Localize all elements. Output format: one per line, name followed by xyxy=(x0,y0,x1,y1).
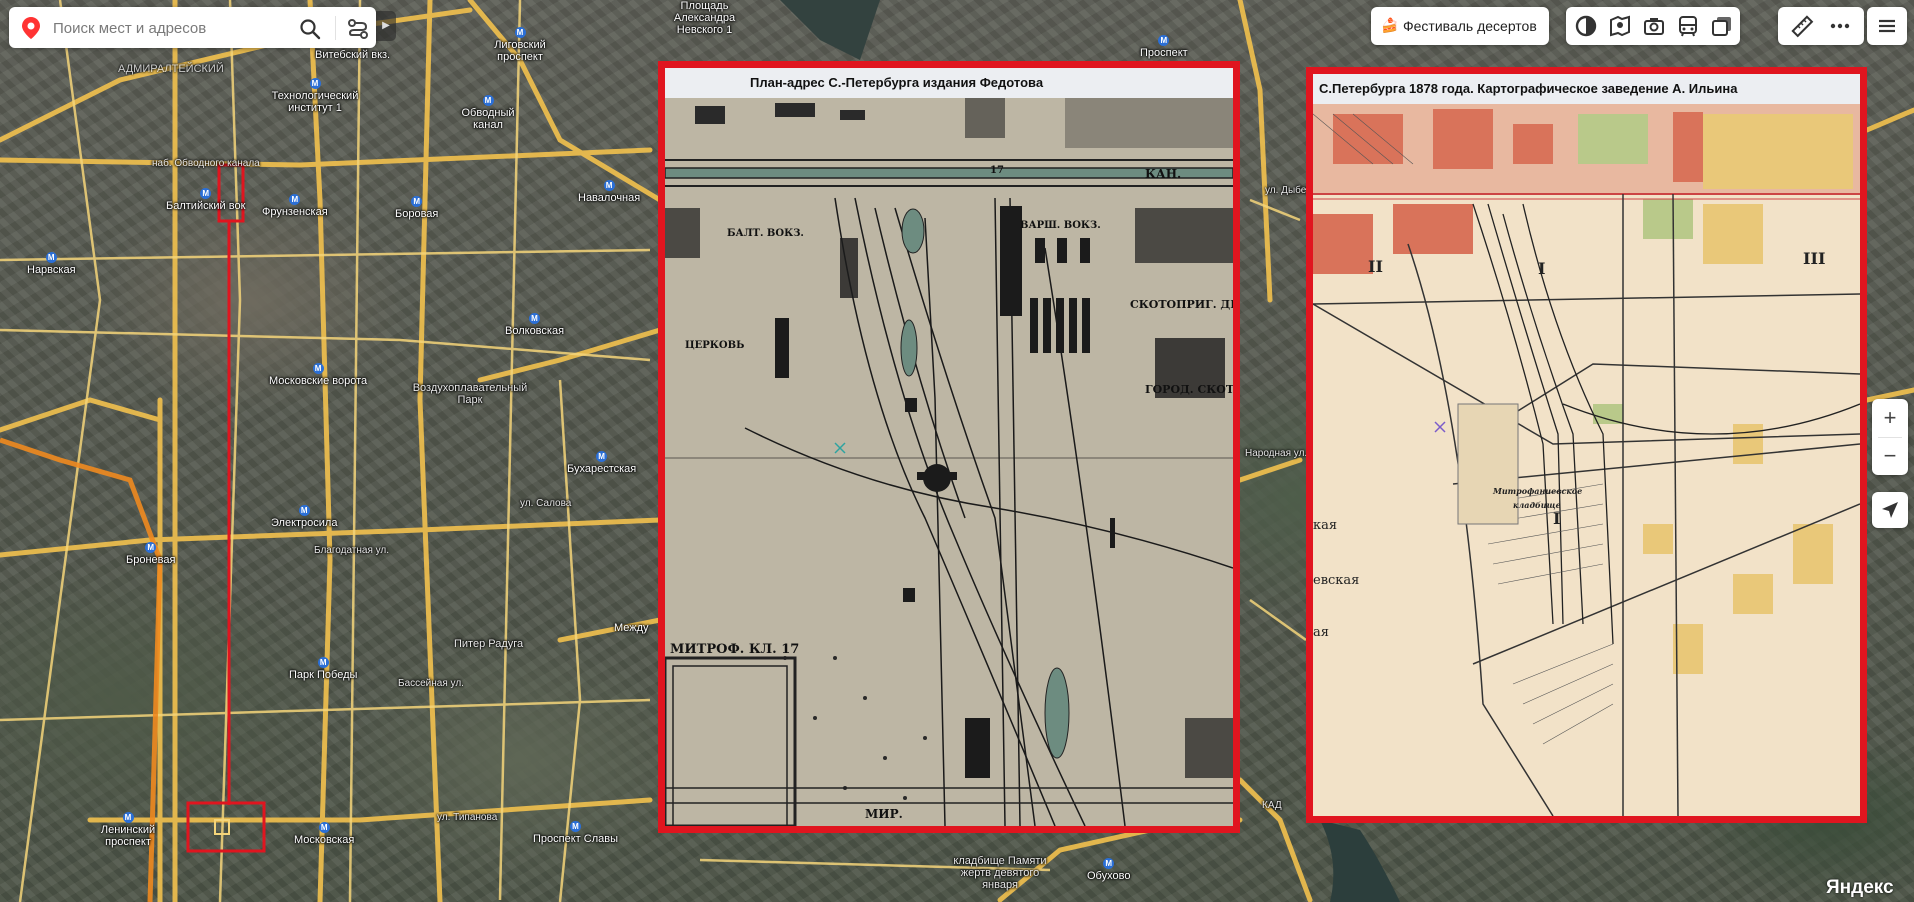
search-divider xyxy=(335,16,336,40)
station-label-vitebsky: Витебский вкз. xyxy=(315,49,391,61)
road-label-kad: КАД xyxy=(1262,800,1282,811)
menu-icon[interactable] xyxy=(1875,14,1899,38)
street-label-tipanova: ул. Типанова xyxy=(437,812,498,823)
svg-text:МИР.: МИР. xyxy=(865,807,903,821)
street-label-obvodny: наб. Обводного канала xyxy=(152,158,260,169)
locate-button[interactable] xyxy=(1872,492,1908,528)
metro-label-elektrosila[interactable]: Электросила xyxy=(271,505,337,529)
tools-toolbar[interactable] xyxy=(1778,7,1864,45)
svg-text:евская: евская xyxy=(1313,573,1359,588)
metro-label-volkovskaya[interactable]: Волковская xyxy=(505,313,564,337)
poi-label-kladbishche[interactable]: кладбище Памяти жертв девятого января xyxy=(945,855,1055,891)
metro-label-baltic[interactable]: Балтийский вок xyxy=(166,188,245,212)
promo-button[interactable]: 🍰 Фестиваль десертов xyxy=(1371,7,1549,45)
metro-label-moskovskie-vorota[interactable]: Московские ворота xyxy=(269,363,367,387)
search-bar[interactable] xyxy=(9,7,376,48)
svg-text:Митрофаниевское: Митрофаниевское xyxy=(1492,486,1582,496)
historic-map-title: С.Петербурга 1878 года. Картографическое… xyxy=(1313,74,1860,104)
search-icon[interactable] xyxy=(299,18,321,40)
fedotov-map-drawing: БАЛТ. ВОКЗ. ВАРШ. ВОКЗ. СКОТОПРИГ. ДВОР … xyxy=(665,98,1233,826)
transit-icon[interactable] xyxy=(1676,14,1700,38)
menu-button[interactable] xyxy=(1867,7,1907,45)
metro-label-obukhovo[interactable]: Обухово xyxy=(1087,858,1130,882)
metro-label-aleksandra-nevskogo[interactable]: Площадь Александра Невского 1 xyxy=(662,0,747,36)
metro-label-mezhdu[interactable]: Между xyxy=(614,622,649,634)
street-label-blagodatnaya: Благодатная ул. xyxy=(314,545,390,556)
metro-label-navalochnaya[interactable]: Навалочная xyxy=(578,180,640,204)
metro-label-prospekt-slavy[interactable]: Проспект Славы xyxy=(533,821,618,845)
fedotov-label-skotoprig: СКОТОПРИГ. ДВОР xyxy=(1130,298,1233,311)
more-icon[interactable] xyxy=(1828,14,1852,38)
metro-label-ligovsky[interactable]: Лиговский проспект xyxy=(485,27,555,63)
promo-label: Фестиваль десертов xyxy=(1403,18,1537,34)
zoom-control[interactable]: + − xyxy=(1872,399,1908,475)
yandex-logo: Яндекс xyxy=(1826,877,1894,898)
location-pin-icon xyxy=(22,17,40,39)
fedotov-label-kan: КАН. xyxy=(1145,167,1181,181)
route-icon[interactable] xyxy=(346,18,370,40)
fedotov-label-skotoboynya: ГОРОД. СКОТОБОЙНЯ xyxy=(1145,381,1233,396)
metro-label-obvodny[interactable]: Обводный канал xyxy=(453,95,523,131)
layers-toolbar[interactable] xyxy=(1566,7,1740,45)
metro-label-park-pobedy[interactable]: Парк Победы xyxy=(289,657,357,681)
layers-icon[interactable] xyxy=(1710,14,1734,38)
svg-text:III: III xyxy=(1803,249,1825,268)
zoom-in-button[interactable]: + xyxy=(1872,399,1908,437)
ilyin-map-drawing: II I III I Митрофаниевское кладбище кая … xyxy=(1313,104,1860,816)
svg-text:кая: кая xyxy=(1313,518,1337,533)
svg-text:I: I xyxy=(1553,509,1560,528)
fedotov-label-balt: БАЛТ. ВОКЗ. xyxy=(727,228,804,239)
metro-label-bukharestskaya[interactable]: Бухарестская xyxy=(567,451,636,475)
metro-label-prospekt[interactable]: Проспект xyxy=(1140,35,1188,59)
historic-map-fedotov[interactable]: План-адрес С.-Петербурга издания Федотов… xyxy=(658,61,1240,833)
svg-text:I: I xyxy=(1538,259,1545,278)
metro-label-moskovskaya[interactable]: Московская xyxy=(294,822,354,846)
poi-label-vozdukhoplavatelny[interactable]: Воздухоплавательный Парк xyxy=(400,382,540,406)
svg-text:II: II xyxy=(1368,257,1383,276)
district-label-admiralteysky: АДМИРАЛТЕЙСКИЙ xyxy=(118,63,224,75)
metro-label-narvskaya[interactable]: Нарвская xyxy=(27,252,76,276)
svg-text:кладбище: кладбище xyxy=(1513,500,1561,510)
svg-text:ЦЕРКОВЬ: ЦЕРКОВЬ xyxy=(685,340,744,351)
poi-label-piter-raduga[interactable]: Питер Радуга xyxy=(454,638,523,650)
metro-label-tekhnologichesky[interactable]: Технологический институт 1 xyxy=(270,78,360,114)
street-label-salova: ул. Салова xyxy=(520,498,572,509)
street-label-basseynaya: Бассейная ул. xyxy=(398,678,464,689)
svg-text:17: 17 xyxy=(990,165,1004,176)
navigation-arrow-icon xyxy=(1882,502,1898,518)
street-label-narodnaya: Народная ул. xyxy=(1245,448,1308,459)
metro-label-borovaya[interactable]: Боровая xyxy=(395,196,438,220)
photo-icon[interactable] xyxy=(1642,14,1666,38)
fedotov-label-varsh: ВАРШ. ВОКЗ. xyxy=(1020,220,1101,231)
ruler-icon[interactable] xyxy=(1790,14,1814,38)
metro-label-frunzenskaya[interactable]: Фрунзенская xyxy=(262,194,328,218)
historic-map-title: План-адрес С.-Петербурга издания Федотов… xyxy=(665,68,1233,98)
historic-map-ilyin[interactable]: С.Петербурга 1878 года. Картографическое… xyxy=(1306,67,1867,823)
dessert-icon: 🍰 xyxy=(1381,17,1399,33)
fedotov-label-mitrof: МИТРОФ. КЛ. 17 xyxy=(670,642,799,657)
metro-label-leninsky[interactable]: Ленинский проспект xyxy=(98,812,158,848)
zoom-out-button[interactable]: − xyxy=(1872,437,1908,475)
collapse-panel-button[interactable]: ▶ xyxy=(376,11,396,41)
metro-label-bronevaya[interactable]: Броневая xyxy=(126,542,175,566)
search-input[interactable] xyxy=(53,17,283,39)
traffic-icon[interactable] xyxy=(1574,14,1598,38)
panorama-icon[interactable] xyxy=(1608,14,1632,38)
svg-text:ая: ая xyxy=(1313,625,1329,640)
